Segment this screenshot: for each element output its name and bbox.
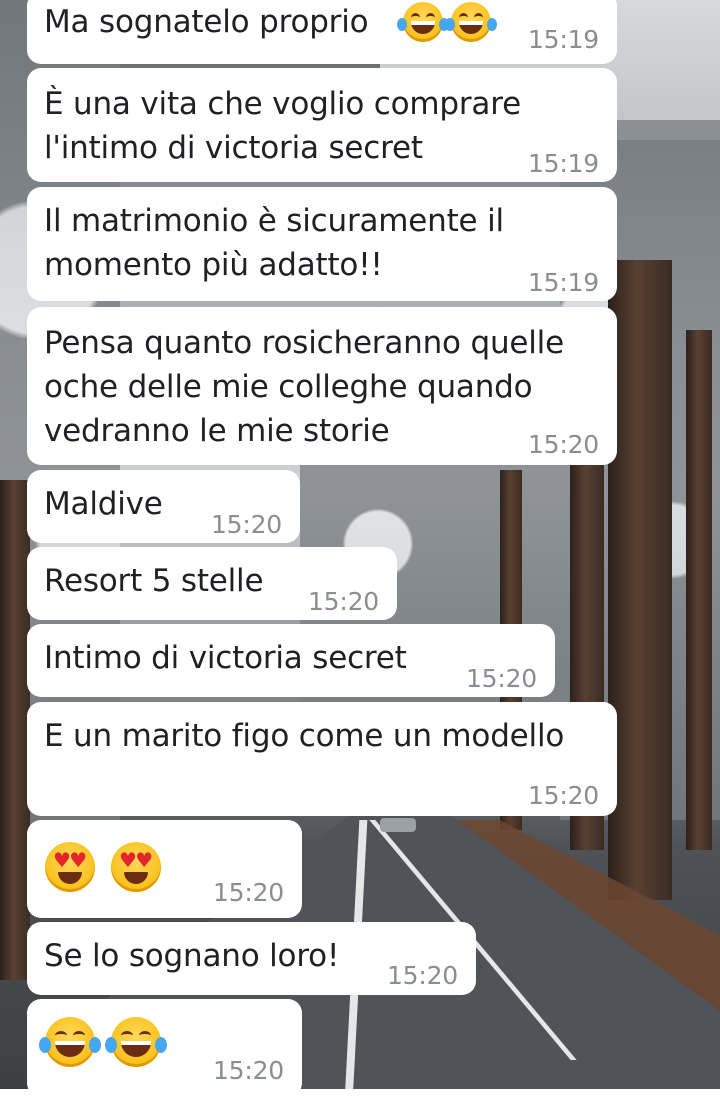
message-time: 15:20	[527, 781, 599, 810]
message-text: Intimo di victoria secret	[44, 640, 407, 676]
heart-eyes-emoji-icon	[45, 842, 95, 892]
message-text: Se lo sognano loro!	[44, 938, 340, 974]
message-text: E un marito figo come un modello	[44, 718, 565, 754]
message-time: 15:20	[386, 961, 458, 990]
message-text: Il matrimonio è sicuramente il momento p…	[44, 203, 504, 283]
message-time: 15:20	[527, 430, 599, 459]
tears-of-joy-emoji-icon	[105, 1017, 167, 1067]
message-bubble[interactable]: Ma sognatelo proprio 15:19	[27, 0, 617, 64]
message-time: 15:19	[527, 149, 599, 178]
message-bubble[interactable]: Pensa quanto rosicheranno quelle oche de…	[27, 307, 617, 465]
message-bubble[interactable]: Resort 5 stelle 15:20	[27, 547, 397, 620]
message-time: 15:20	[212, 1056, 284, 1085]
message-text: Pensa quanto rosicheranno quelle oche de…	[44, 325, 564, 449]
message-bubble[interactable]: È una vita che voglio comprare l'intimo …	[27, 68, 617, 182]
message-bubble[interactable]: Intimo di victoria secret 15:20	[27, 624, 555, 697]
message-time: 15:20	[210, 510, 282, 539]
message-bubble[interactable]: Maldive 15:20	[27, 470, 300, 543]
message-text: È una vita che voglio comprare l'intimo …	[44, 86, 521, 166]
heart-eyes-emoji-icon	[111, 842, 161, 892]
tears-of-joy-emoji-icon	[397, 2, 449, 42]
message-time: 15:20	[307, 587, 379, 616]
message-time: 15:20	[465, 664, 537, 693]
message-text: Maldive	[44, 486, 163, 522]
message-time: 15:20	[212, 878, 284, 907]
message-time: 15:19	[527, 268, 599, 297]
message-bubble[interactable]: 15:20	[27, 999, 302, 1097]
message-time: 15:19	[527, 25, 599, 54]
message-bubble[interactable]: Se lo sognano loro! 15:20	[27, 922, 476, 995]
message-bubble[interactable]: E un marito figo come un modello 15:20	[27, 702, 617, 816]
message-bubble[interactable]: 15:20	[27, 820, 302, 918]
tears-of-joy-emoji-icon	[445, 2, 497, 42]
message-text: Resort 5 stelle	[44, 563, 264, 599]
message-text: Ma sognatelo proprio	[44, 4, 369, 40]
tears-of-joy-emoji-icon	[39, 1017, 101, 1067]
message-bubble[interactable]: Il matrimonio è sicuramente il momento p…	[27, 187, 617, 301]
